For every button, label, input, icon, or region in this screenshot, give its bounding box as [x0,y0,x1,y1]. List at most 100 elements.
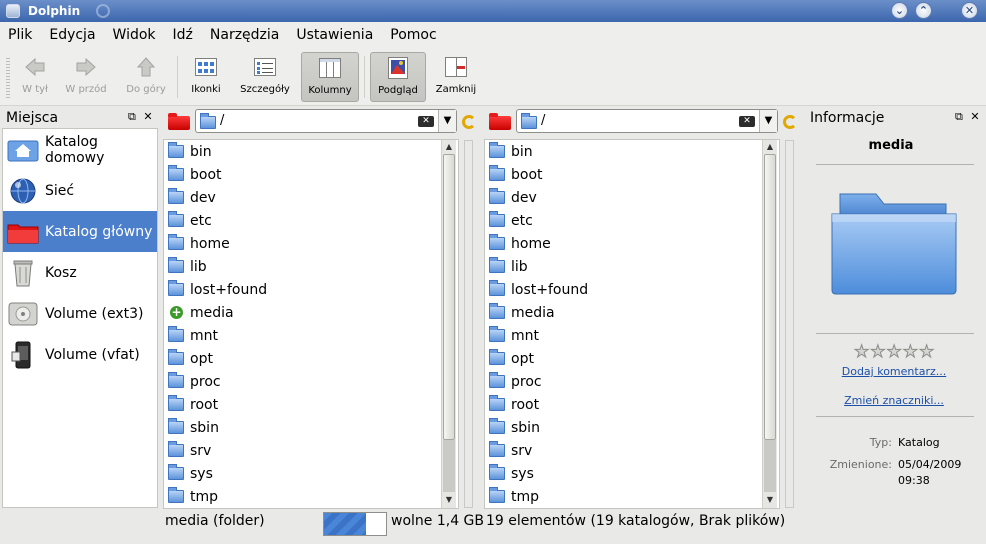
places-panel-title: Miejsca [6,110,59,126]
star-icon[interactable]: ★ [918,343,934,361]
place-home[interactable]: Katalog domowy [3,129,157,170]
star-icon[interactable]: ★ [853,343,869,361]
scroll-track[interactable] [443,440,455,492]
menu-file[interactable]: Plik [4,27,32,43]
scroll-up-arrow[interactable]: ▲ [442,140,456,154]
list-item[interactable]: tmp [164,485,458,508]
list-item[interactable]: opt [164,347,458,370]
list-item[interactable]: etc [164,209,458,232]
list-item[interactable]: sbin [164,416,458,439]
place-volume-ext3[interactable]: Volume (ext3) [3,293,157,334]
root-location-icon[interactable] [489,113,511,130]
star-icon[interactable]: ★ [886,343,902,361]
column-splitter[interactable] [464,140,473,508]
undo-location-icon[interactable] [783,115,797,129]
add-folder-icon: + [170,305,183,319]
place-root[interactable]: Katalog główny [3,211,157,252]
menu-view[interactable]: Widok [109,27,156,43]
menu-tools[interactable]: Narzędzia [206,27,279,43]
scroll-thumb[interactable] [443,154,455,440]
menu-edit[interactable]: Edycja [45,27,95,43]
menu-settings[interactable]: Ustawienia [292,27,373,43]
left-file-list[interactable]: bin boot dev etc home lib lost+found + media mnt o… [163,139,459,509]
list-item[interactable]: boot [485,163,779,186]
list-item[interactable]: lost+found [164,278,458,301]
star-icon[interactable]: ★ [870,343,886,361]
maximize-button[interactable]: ⌃ [915,2,932,19]
list-item[interactable]: lib [485,255,779,278]
place-trash[interactable]: Kosz [3,252,157,293]
toolbar-handle[interactable] [6,58,10,98]
add-comment-link[interactable]: Dodaj komentarz... [806,365,982,378]
star-icon[interactable]: ★ [902,343,918,361]
list-item[interactable]: mnt [164,324,458,347]
icons-view-button[interactable]: Ikonki [186,52,226,102]
undo-location-icon[interactable] [462,115,476,129]
list-item[interactable]: sys [164,462,458,485]
rating-stars[interactable]: ★ ★ ★ ★ ★ [853,343,935,361]
decoration-swirl-icon [96,4,111,18]
list-item[interactable]: proc [485,370,779,393]
columns-view-label: Kolumny [308,85,352,96]
forward-button[interactable]: W przód [64,52,108,102]
columns-view-button[interactable]: Kolumny [301,52,359,102]
back-button[interactable]: W tył [18,52,52,102]
menu-go[interactable]: Idź [169,27,193,43]
list-item[interactable]: srv [485,439,779,462]
detach-panel-icon[interactable]: ⧉ [955,110,963,123]
place-label: Katalog główny [45,223,153,240]
place-network[interactable]: Sieć [3,170,157,211]
list-item[interactable]: etc [485,209,779,232]
location-dropdown-button[interactable]: ▼ [759,110,777,132]
list-item[interactable]: lib [164,255,458,278]
menu-help[interactable]: Pomoc [386,27,436,43]
list-item[interactable]: root [164,393,458,416]
up-button[interactable]: Do góry [124,52,168,102]
list-item[interactable]: home [485,232,779,255]
back-label: W tył [22,84,48,95]
list-item[interactable]: lost+found [485,278,779,301]
place-volume-vfat[interactable]: Volume (vfat) [3,334,157,375]
preview-button[interactable]: Podgląd [370,52,426,102]
scroll-track[interactable] [764,440,776,492]
right-scrollbar[interactable]: ▲ ▼ [762,140,777,508]
detach-panel-icon[interactable]: ⧉ [128,110,136,123]
column-splitter[interactable] [785,140,794,508]
details-view-button[interactable]: Szczegóły [236,52,294,102]
list-item[interactable]: media [485,301,779,324]
scroll-up-arrow[interactable]: ▲ [763,140,777,154]
list-item[interactable]: dev [164,186,458,209]
list-item[interactable]: bin [164,140,458,163]
list-item[interactable]: root [485,393,779,416]
left-scrollbar[interactable]: ▲ ▼ [441,140,456,508]
list-item[interactable]: srv [164,439,458,462]
window-titlebar[interactable]: Dolphin ⌄ ⌃ ✕ [0,0,986,22]
right-file-list[interactable]: bin boot dev etc home lib lost+found media mnt op… [484,139,780,509]
root-location-icon[interactable] [168,113,190,130]
list-item[interactable]: + media [164,301,458,324]
list-item[interactable]: bin [485,140,779,163]
scroll-thumb[interactable] [764,154,776,440]
right-location-combo[interactable]: / ✕ ▼ [516,109,778,133]
list-item[interactable]: proc [164,370,458,393]
minimize-button[interactable]: ⌄ [891,2,908,19]
list-item[interactable]: mnt [485,324,779,347]
list-item[interactable]: opt [485,347,779,370]
change-tags-link[interactable]: Zmień znaczniki... [806,394,982,407]
left-location-combo[interactable]: / ✕ ▼ [195,109,457,133]
location-dropdown-button[interactable]: ▼ [438,110,456,132]
close-panel-icon[interactable]: ✕ [970,110,979,123]
scroll-down-arrow[interactable]: ▼ [442,493,456,507]
scroll-down-arrow[interactable]: ▼ [763,493,777,507]
list-item[interactable]: home [164,232,458,255]
clear-location-icon[interactable]: ✕ [739,116,755,127]
list-item[interactable]: sbin [485,416,779,439]
close-panel-icon[interactable]: ✕ [143,110,152,123]
clear-location-icon[interactable]: ✕ [418,116,434,127]
list-item[interactable]: sys [485,462,779,485]
list-item[interactable]: tmp [485,485,779,508]
close-split-button[interactable]: Zamknij [434,52,478,102]
list-item[interactable]: dev [485,186,779,209]
close-window-button[interactable]: ✕ [961,2,978,19]
list-item[interactable]: boot [164,163,458,186]
